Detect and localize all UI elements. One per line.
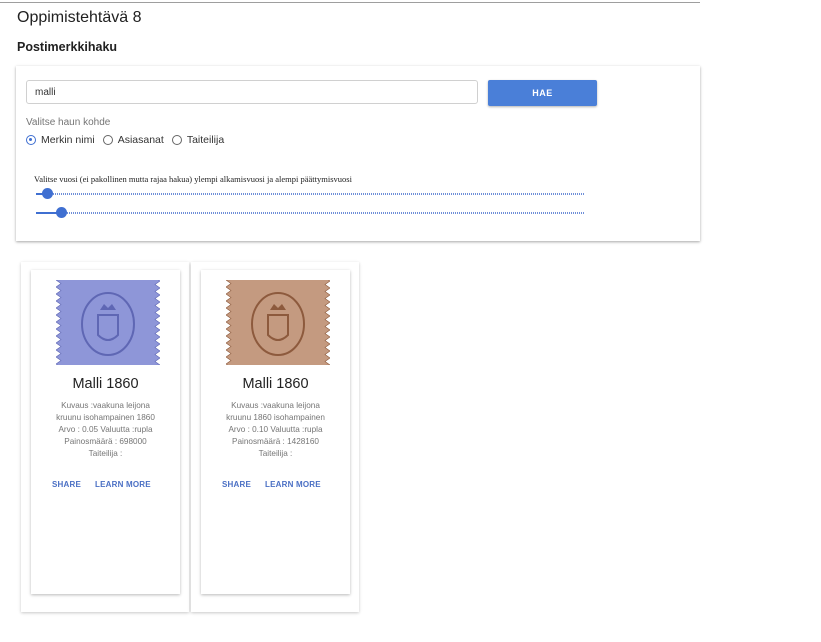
card-actions: SHARE LEARN MORE <box>222 480 335 489</box>
stamp-image <box>56 280 160 365</box>
radio-unchecked-icon[interactable] <box>171 135 182 145</box>
share-button[interactable]: SHARE <box>52 480 81 489</box>
stamp-card: Malli 1860 Kuvaus :vaakuna leijona kruun… <box>201 270 350 594</box>
learn-more-button[interactable]: LEARN MORE <box>265 480 321 489</box>
stamp-description-line: Taiteilija : <box>88 449 123 458</box>
year-slider-caption: Valitse vuosi (ei pakollinen mutta rajaa… <box>34 174 352 184</box>
radio-option-name[interactable]: Merkin nimi <box>26 134 95 146</box>
radio-checked-icon[interactable] <box>26 135 36 145</box>
top-divider <box>0 2 700 3</box>
search-input[interactable] <box>26 80 478 104</box>
stamp-description-line: Arvo : 0.05 Valuutta :rupla <box>58 425 153 434</box>
slider-thumb[interactable] <box>55 207 67 218</box>
stamp-description-line: Painosmäärä : 1428160 <box>232 437 319 446</box>
stamp-image <box>226 280 330 365</box>
slider-track <box>36 212 584 214</box>
search-button[interactable]: HAE <box>488 80 597 106</box>
stamp-description-line: Taiteilija : <box>258 449 293 458</box>
stamp-card: Malli 1860 Kuvaus :vaakuna leijona kruun… <box>31 270 180 594</box>
radio-option-keywords[interactable]: Asiasanat <box>102 134 164 146</box>
radio-unchecked-icon[interactable] <box>102 135 113 145</box>
slider-thumb[interactable] <box>41 188 53 199</box>
learn-more-button[interactable]: LEARN MORE <box>95 480 151 489</box>
stamp-description-line: Kuvaus :vaakuna leijona <box>231 401 320 410</box>
stamp-title: Malli 1860 <box>242 376 309 392</box>
share-button[interactable]: SHARE <box>222 480 251 489</box>
slider-track <box>36 193 584 195</box>
stamp-description-line: kruunu 1860 isohampainen <box>226 413 325 422</box>
stamp-description-line: Arvo : 0.10 Valuutta :rupla <box>228 425 323 434</box>
stamp-description: Kuvaus :vaakuna leijona kruunu isohampai… <box>39 400 172 460</box>
radio-label-artist: Taiteilija <box>186 134 225 146</box>
page-title: Oppimistehtävä 8 <box>17 9 142 26</box>
start-year-slider[interactable] <box>36 188 584 200</box>
search-target-label: Valitse haun kohde <box>26 117 111 128</box>
stamp-title: Malli 1860 <box>72 376 139 392</box>
stamp-description-line: kruunu isohampainen 1860 <box>56 413 155 422</box>
stamp-description-line: Painosmäärä : 698000 <box>64 437 147 446</box>
search-panel: HAE Valitse haun kohde Merkin nimi Asias… <box>16 66 700 241</box>
end-year-slider[interactable] <box>36 207 584 219</box>
radio-label-name: Merkin nimi <box>41 134 95 146</box>
results-panel: Malli 1860 Kuvaus :vaakuna leijona kruun… <box>21 262 361 614</box>
card-actions: SHARE LEARN MORE <box>52 480 165 489</box>
stamp-description-line: Kuvaus :vaakuna leijona <box>61 401 150 410</box>
section-title: Postimerkkihaku <box>17 40 118 54</box>
radio-label-keywords: Asiasanat <box>117 134 164 146</box>
radio-option-artist[interactable]: Taiteilija <box>171 134 225 146</box>
stamp-description: Kuvaus :vaakuna leijona kruunu 1860 isoh… <box>209 400 342 460</box>
search-target-radio-group: Merkin nimi Asiasanat Taiteilija <box>26 134 232 146</box>
